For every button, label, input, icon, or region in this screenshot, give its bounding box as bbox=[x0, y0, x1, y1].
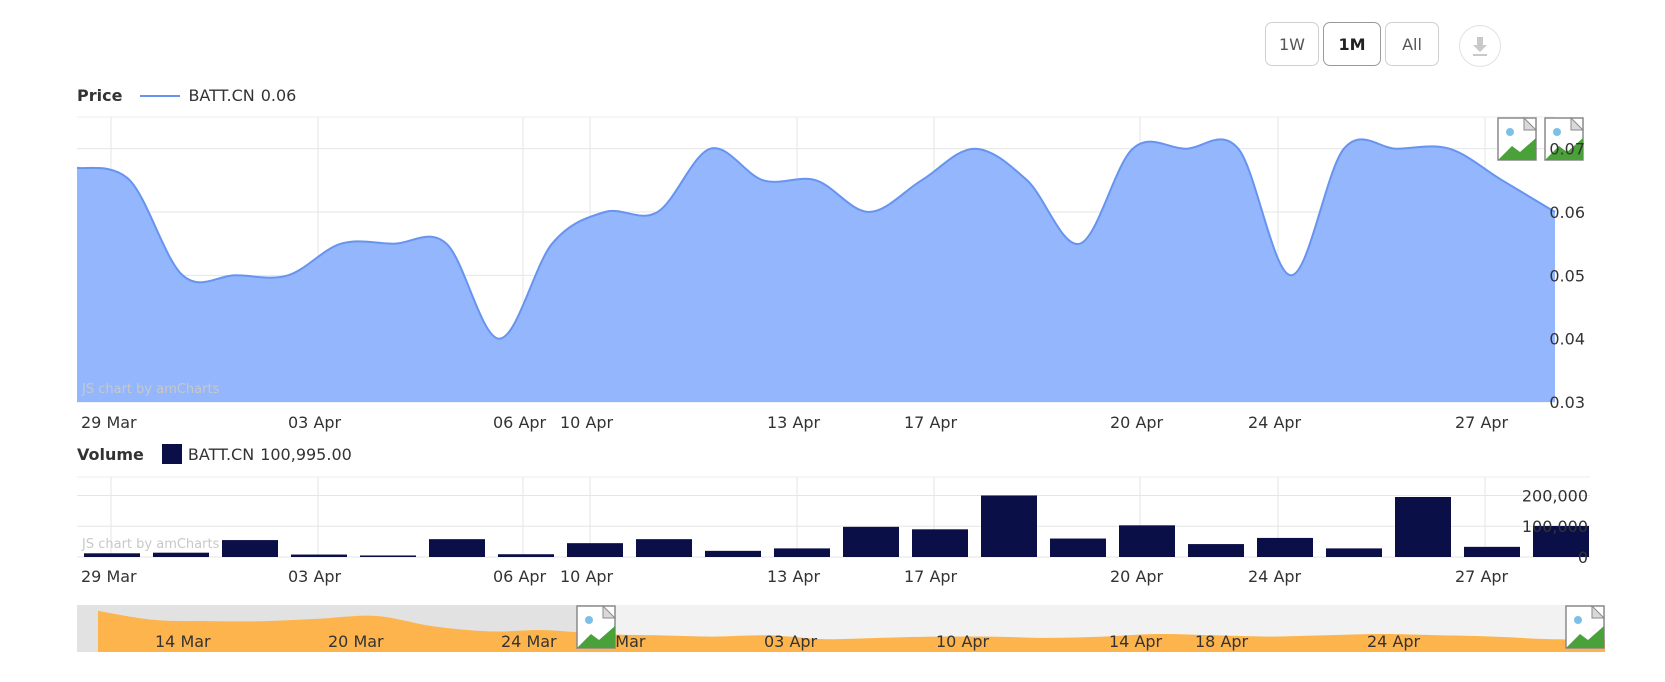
scrollbar-left-grip-icon[interactable] bbox=[576, 604, 617, 649]
volume-bar bbox=[1188, 544, 1244, 557]
volume-bar bbox=[1119, 525, 1175, 557]
price-y-tick-label: 0.05 bbox=[1549, 266, 1585, 285]
volume-bar bbox=[1326, 548, 1382, 557]
volume-x-axis: 29 Mar 03 Apr 06 Apr 10 Apr 13 Apr 17 Apr 20 A… bbox=[81, 567, 1509, 586]
volume-bar bbox=[1395, 497, 1451, 557]
price-x-tick-label: 03 Apr bbox=[288, 413, 342, 432]
price-credit: JS chart by amCharts bbox=[81, 382, 220, 397]
volume-x-tick-label: 24 Apr bbox=[1248, 567, 1302, 586]
volume-bar bbox=[567, 543, 623, 557]
scrollbar-date-label: 14 Apr bbox=[1109, 632, 1163, 651]
volume-x-tick-label: 03 Apr bbox=[288, 567, 342, 586]
volume-x-tick-label: 10 Apr bbox=[560, 567, 614, 586]
price-x-tick-label: 10 Apr bbox=[560, 413, 614, 432]
volume-bar bbox=[153, 552, 209, 557]
zoom-out-icon[interactable] bbox=[1497, 116, 1538, 161]
price-x-tick-label: 27 Apr bbox=[1455, 413, 1509, 432]
price-y-tick-label: 0.06 bbox=[1549, 203, 1585, 222]
volume-bar bbox=[636, 539, 692, 557]
volume-grid bbox=[77, 476, 1590, 558]
volume-y-tick-label: 200,000 bbox=[1522, 486, 1588, 505]
volume-bar bbox=[1464, 546, 1520, 557]
volume-bar bbox=[222, 540, 278, 557]
volume-x-tick-label: 17 Apr bbox=[904, 567, 958, 586]
scrollbar-date-label: 10 Apr bbox=[936, 632, 990, 651]
scrollbar-date-label: 24 Apr bbox=[1367, 632, 1421, 651]
price-x-tick-label: 17 Apr bbox=[904, 413, 958, 432]
volume-bar bbox=[705, 550, 761, 557]
volume-y-tick-label: 100,000 bbox=[1522, 517, 1588, 536]
scrollbar-date-label: 14 Mar bbox=[155, 632, 211, 651]
volume-bar bbox=[843, 526, 899, 557]
volume-bar bbox=[84, 553, 140, 557]
price-x-tick-label: 24 Apr bbox=[1248, 413, 1302, 432]
volume-bar bbox=[360, 555, 416, 557]
price-y-tick-label: 0.04 bbox=[1549, 330, 1585, 349]
volume-y-tick-label: 0 bbox=[1578, 548, 1588, 567]
scrollbar-date-label: 24 Mar bbox=[501, 632, 557, 651]
volume-bar bbox=[912, 529, 968, 557]
price-x-tick-label: 29 Mar bbox=[81, 413, 137, 432]
scrollbar-right-grip-icon[interactable] bbox=[1565, 604, 1606, 649]
price-y-tick-label: 0.03 bbox=[1549, 393, 1585, 412]
volume-credit: JS chart by amCharts bbox=[81, 537, 220, 552]
volume-bar bbox=[1050, 538, 1106, 557]
volume-bar bbox=[981, 495, 1037, 557]
volume-bar bbox=[429, 539, 485, 557]
volume-bar bbox=[774, 548, 830, 557]
volume-bar bbox=[1257, 537, 1313, 557]
volume-x-tick-label: 27 Apr bbox=[1455, 567, 1509, 586]
price-plot bbox=[76, 116, 1585, 403]
scrollbar-date-label: 20 Mar bbox=[328, 632, 384, 651]
stock-chart: JS chart by amCharts 0.03 0.04 0.05 0.06 0.0… bbox=[76, 116, 1606, 652]
price-x-axis: 29 Mar 03 Apr 06 Apr 10 Apr 13 Apr 17 Apr 20 A… bbox=[81, 413, 1509, 432]
volume-x-tick-label: 06 Apr bbox=[493, 567, 547, 586]
volume-x-tick-label: 13 Apr bbox=[767, 567, 821, 586]
scrollbar-date-label: 18 Apr bbox=[1195, 632, 1249, 651]
volume-x-tick-label: 29 Mar bbox=[81, 567, 137, 586]
price-x-tick-label: 13 Apr bbox=[767, 413, 821, 432]
price-y-tick-label: 0.07 bbox=[1549, 140, 1585, 159]
price-x-tick-label: 06 Apr bbox=[493, 413, 547, 432]
volume-bar bbox=[498, 554, 554, 557]
price-x-tick-label: 20 Apr bbox=[1110, 413, 1164, 432]
scrollbar-date-label: 03 Apr bbox=[764, 632, 818, 651]
scrollbar[interactable]: 14 Mar 20 Mar 24 Mar 3 Mar 03 Apr 10 Apr 14 Ap… bbox=[77, 604, 1606, 652]
volume-x-tick-label: 20 Apr bbox=[1110, 567, 1164, 586]
volume-bar bbox=[291, 554, 347, 557]
